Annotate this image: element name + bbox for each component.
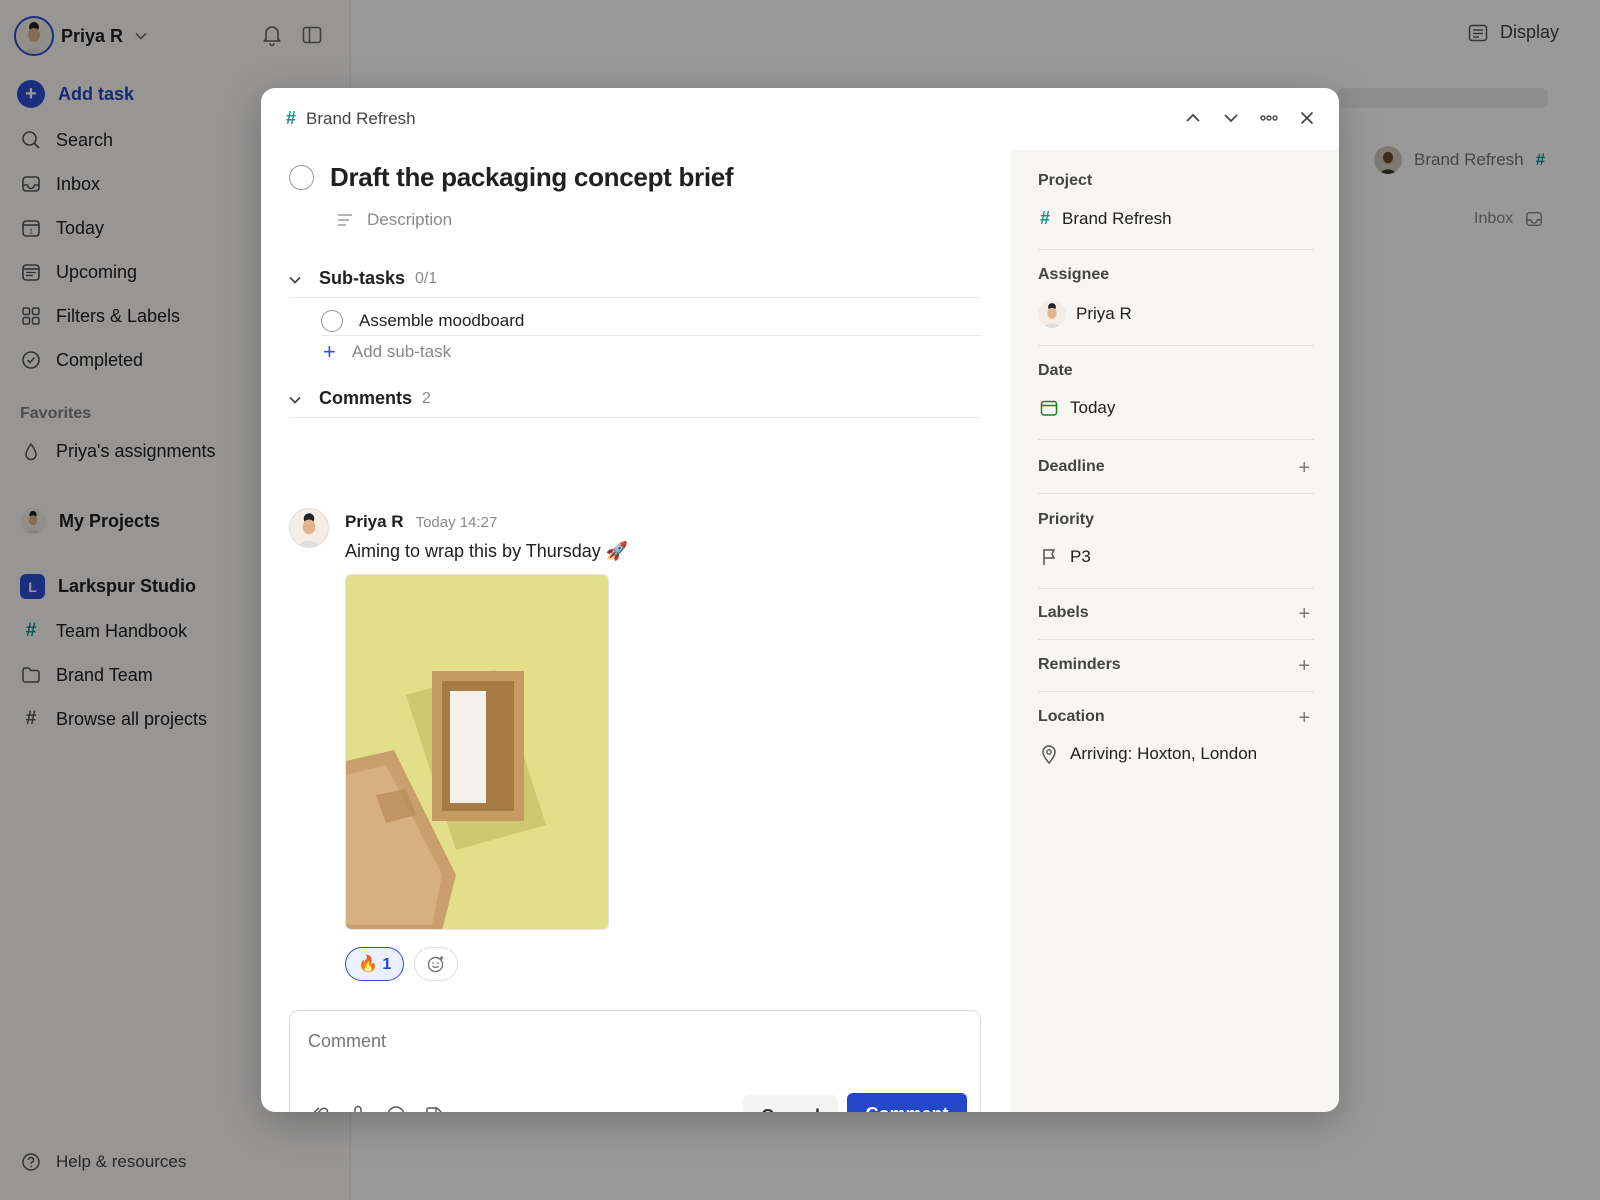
comment-text: Aiming to wrap this by Thursday 🚀 [345, 541, 629, 561]
plus-icon[interactable]: + [1298, 458, 1310, 478]
chevron-up-icon[interactable] [1183, 106, 1203, 130]
location-pin-icon [1038, 744, 1060, 764]
sticker-icon[interactable] [424, 1103, 444, 1112]
add-reaction-icon[interactable] [414, 947, 459, 981]
field-label: Location [1038, 708, 1105, 725]
comment-timestamp: Today 14:27 [415, 514, 498, 531]
field-label: Labels [1038, 604, 1089, 621]
field-reminders[interactable]: Reminders + [1038, 656, 1314, 692]
project-value: Brand Refresh [1062, 208, 1172, 228]
subtask-checkbox[interactable] [321, 309, 343, 332]
reaction-fire[interactable]: 🔥 1 [345, 947, 405, 981]
add-subtask-button[interactable]: + Add sub-task [323, 341, 451, 363]
field-location[interactable]: Location + Arriving: Hoxton, London [1038, 708, 1314, 788]
location-value: Arriving: Hoxton, London [1070, 744, 1258, 763]
more-icon[interactable] [1259, 106, 1279, 130]
task-main-column: Draft the packaging concept brief Descri… [261, 152, 1011, 1112]
subtasks-title: Sub-tasks [319, 268, 406, 288]
calendar-icon [1038, 399, 1060, 417]
plus-icon[interactable]: + [1298, 604, 1310, 624]
hash-icon: # [1039, 208, 1050, 228]
field-assignee[interactable]: Assignee Priya R [1038, 266, 1314, 346]
field-deadline[interactable]: Deadline + [1038, 458, 1314, 494]
subtask-label: Assemble moodboard [359, 310, 525, 330]
chevron-down-icon [289, 391, 309, 407]
description-placeholder: Description [367, 210, 453, 229]
plus-icon: + [323, 339, 336, 364]
subtasks-count: 0/1 [415, 269, 438, 287]
date-value: Today [1070, 398, 1116, 417]
task-detail-modal: # Brand Refresh Draft the packaging conc… [261, 88, 1339, 1112]
cancel-button[interactable]: Cancel [743, 1095, 838, 1112]
field-label: Priority [1038, 511, 1095, 528]
field-label: Deadline [1038, 458, 1105, 475]
breadcrumb-project: Brand Refresh [306, 108, 416, 128]
attachment-icon[interactable] [310, 1103, 330, 1112]
breadcrumb[interactable]: # Brand Refresh [286, 108, 416, 129]
chevron-down-icon [289, 271, 309, 287]
task-details-panel: Project # Brand Refresh Assignee Priya R… [1011, 150, 1339, 1112]
priority-value: P3 [1070, 547, 1091, 566]
field-labels[interactable]: Labels + [1038, 604, 1314, 640]
comments-title: Comments [319, 388, 413, 408]
field-project[interactable]: Project # Brand Refresh [1038, 172, 1314, 250]
field-label: Date [1038, 362, 1073, 379]
emoji-icon[interactable] [386, 1103, 406, 1112]
complete-task-checkbox[interactable] [289, 165, 314, 190]
comment-avatar [289, 508, 329, 548]
comments-count: 2 [422, 389, 431, 407]
field-date[interactable]: Date Today [1038, 362, 1314, 440]
subtasks-header[interactable]: Sub-tasks 0/1 [289, 268, 981, 298]
add-subtask-label: Add sub-task [351, 342, 452, 361]
comments-header[interactable]: Comments 2 [289, 388, 981, 418]
close-icon[interactable] [1297, 106, 1317, 130]
comment-attachment-image[interactable] [345, 574, 609, 930]
task-title[interactable]: Draft the packaging concept brief [330, 162, 734, 193]
microphone-icon[interactable] [348, 1103, 368, 1112]
comment-input[interactable] [308, 1031, 948, 1052]
plus-icon[interactable]: + [1298, 708, 1310, 728]
chevron-down-icon[interactable] [1221, 106, 1241, 130]
assignee-avatar [1038, 300, 1066, 328]
submit-comment-button[interactable]: Comment [847, 1093, 967, 1112]
assignee-value: Priya R [1076, 304, 1132, 323]
flag-icon [1038, 548, 1060, 566]
comment-author: Priya R [345, 512, 404, 531]
field-label: Reminders [1038, 656, 1121, 673]
description-field[interactable]: Description [337, 210, 452, 230]
comment-composer: Cancel Comment [289, 1010, 981, 1112]
subtask-item[interactable]: Assemble moodboard [321, 306, 981, 336]
hash-icon: # [286, 108, 297, 128]
plus-icon[interactable]: + [1298, 656, 1310, 676]
field-label: Assignee [1038, 266, 1110, 283]
field-label: Project [1038, 172, 1093, 189]
description-icon [337, 213, 353, 227]
field-priority[interactable]: Priority P3 [1038, 511, 1314, 589]
